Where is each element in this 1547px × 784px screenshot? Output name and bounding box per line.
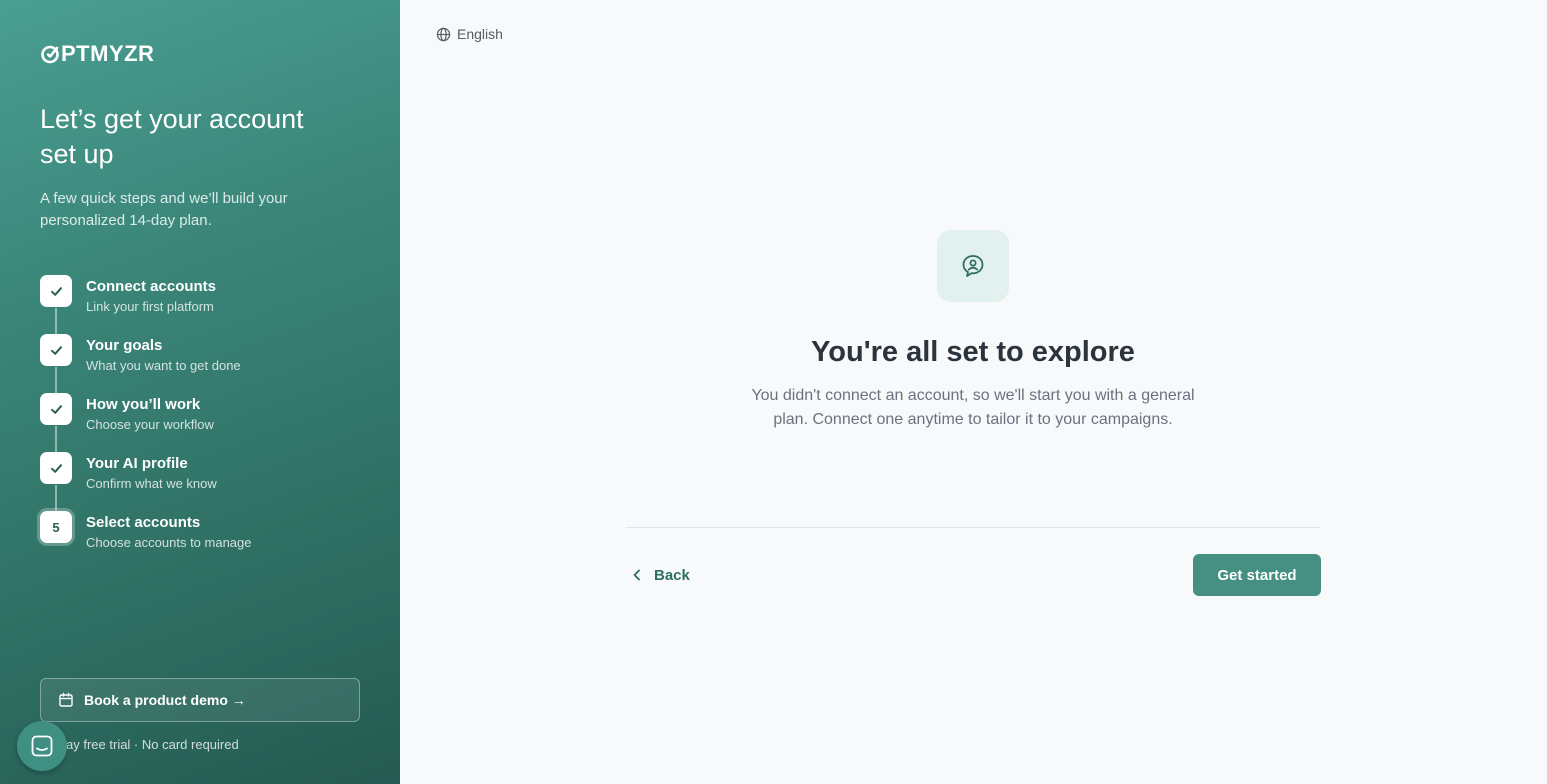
get-started-button[interactable]: Get started (1193, 554, 1321, 596)
trial-note: 14-day free trial · No card required (40, 737, 239, 752)
check-icon (50, 345, 62, 355)
step-connect-accounts: Connect accounts Link your first platfor… (40, 275, 360, 315)
step-badge-current: 5 (40, 511, 72, 543)
step-your-goals: Your goals What you want to get done (40, 334, 360, 374)
step-title: Your goals (86, 337, 163, 354)
step-badge-done (40, 393, 72, 425)
step-title: Your AI profile (86, 455, 188, 472)
step-title: Connect accounts (86, 278, 217, 295)
step-subtitle: Confirm what we know (86, 476, 217, 491)
step-title: How you’ll work (86, 396, 201, 413)
back-button[interactable]: Back (632, 564, 690, 586)
calendar-icon (59, 692, 73, 707)
chat-user-icon (962, 255, 984, 277)
language-selector[interactable]: English (436, 26, 503, 42)
step-badge-done (40, 334, 72, 366)
step-ai-profile: Your AI profile Confirm what we know (40, 452, 360, 492)
logo-text: PTMYZR (61, 41, 155, 66)
step-select-accounts: 5 Select accounts Choose accounts to man… (40, 511, 360, 551)
step-badge-done (40, 275, 72, 307)
chevron-left-icon (633, 569, 640, 581)
explore-illustration (937, 230, 1009, 302)
step-title: Select accounts (86, 514, 201, 531)
check-icon (50, 463, 62, 473)
step-subtitle: What you want to get done (86, 358, 241, 373)
support-chat-launcher[interactable] (17, 721, 67, 771)
footer-divider (626, 527, 1320, 528)
step-subtitle: Link your first platform (86, 299, 214, 314)
book-demo-button[interactable]: Book a product demo → (40, 678, 360, 722)
step-subtitle: Choose your workflow (86, 417, 214, 432)
check-icon (50, 286, 62, 296)
sidebar: PTMYZR Let’s get your account set up A f… (0, 0, 400, 784)
step-subtitle: Choose accounts to manage (86, 535, 252, 550)
logo-mark-icon (41, 45, 59, 64)
page-title: You're all set to explore (811, 336, 1135, 368)
check-icon (50, 404, 62, 414)
page-description: You didn't connect an account, so we'll … (751, 387, 1195, 428)
language-label: English (457, 26, 503, 42)
optmyzr-logo: PTMYZR (40, 42, 154, 66)
back-label: Back (654, 566, 690, 584)
book-demo-label: Book a product demo → (84, 692, 246, 708)
sidebar-headline: Let’s get your account set up (40, 104, 304, 169)
globe-icon (436, 27, 451, 41)
chat-icon (31, 735, 53, 757)
sidebar-subtext: A few quick steps and we’ll build your p… (40, 190, 288, 229)
step-how-youll-work: How you’ll work Choose your workflow (40, 393, 360, 433)
step-badge-done (40, 452, 72, 484)
